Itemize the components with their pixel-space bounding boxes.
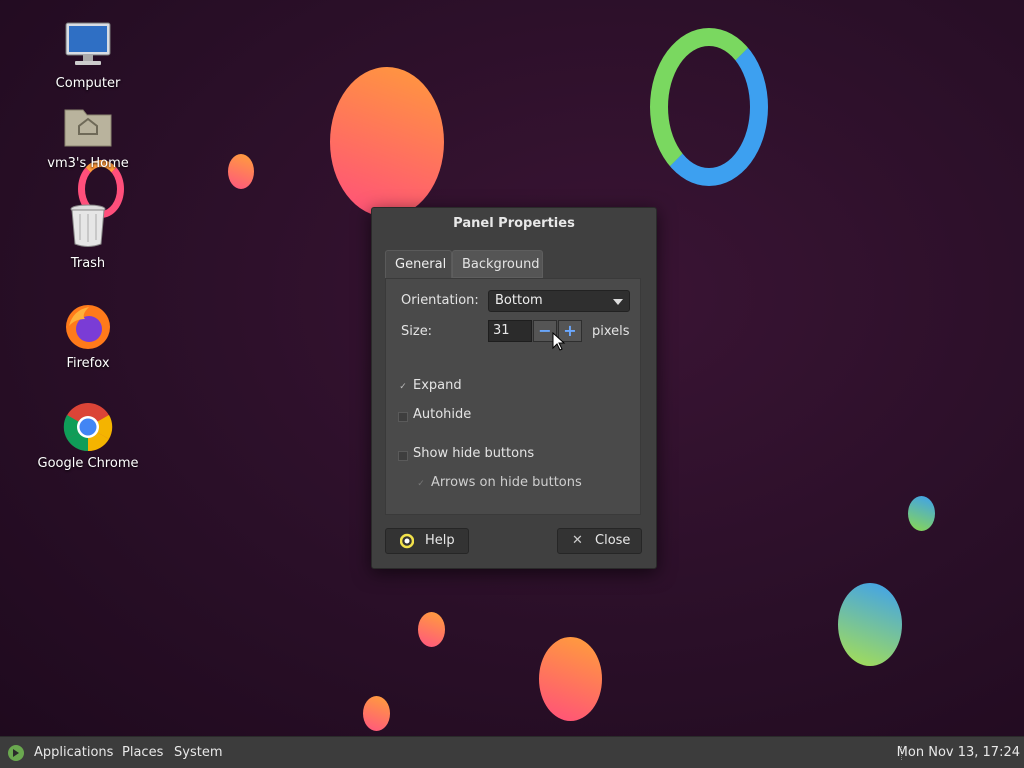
computer-icon [61,20,115,74]
help-button[interactable]: Help [385,528,469,554]
arrows-checkbox[interactable]: ✓ [416,480,426,490]
taskbar: Applications Places System Mon Nov 13, 1… [0,736,1024,768]
wallpaper-blob [228,154,254,189]
size-input[interactable]: 31 [488,320,532,342]
desktop-icon-label: Trash [70,256,106,271]
size-label: Size: [401,324,433,339]
size-unit-label: pixels [592,324,630,339]
wallpaper-blob [363,696,390,731]
tab-general[interactable]: General [385,250,452,278]
desktop: Computer vm3's Home Trash Firefox Google… [0,0,1024,736]
expand-checkbox[interactable]: ✓ [398,383,408,393]
show-hide-buttons-label: Show hide buttons [413,446,535,461]
wallpaper-blob [539,637,602,721]
autohide-label: Autohide [413,407,472,422]
chrome-icon [61,400,115,454]
arrows-label: Arrows on hide buttons [431,475,582,490]
close-button[interactable]: ✕ Close [557,528,642,554]
distro-logo-icon[interactable] [7,744,25,766]
wallpaper-blob [418,612,445,647]
menu-places[interactable]: Places [122,737,163,768]
show-hide-buttons-checkbox[interactable] [398,451,408,461]
desktop-icon-chrome[interactable]: Google Chrome [33,400,143,471]
desktop-icon-label: Google Chrome [37,456,139,471]
desktop-icon-label: Computer [55,76,121,91]
desktop-icon-label: Firefox [66,356,110,371]
expand-label: Expand [413,378,462,393]
orientation-label: Orientation: [401,293,479,308]
chevron-down-icon [613,299,623,305]
close-label: Close [595,533,631,548]
wallpaper-blob [908,496,935,531]
help-icon [399,529,415,562]
tab-background[interactable]: Background [452,250,543,278]
desktop-icon-label: vm3's Home [47,156,129,171]
orientation-select[interactable]: Bottom [488,290,630,312]
home-folder-icon [61,100,115,154]
wallpaper-blob [330,67,444,217]
desktop-icon-computer[interactable]: Computer [33,20,143,91]
clock[interactable]: Mon Nov 13, 17:24 [897,737,1020,768]
trash-icon [61,200,115,254]
autohide-checkbox[interactable] [398,412,408,422]
close-icon: ✕ [572,533,583,548]
menu-system[interactable]: System [174,737,222,768]
minus-icon: − [538,321,552,340]
desktop-icon-trash[interactable]: Trash [33,200,143,271]
panel-properties-dialog: Panel Properties General Background Orie… [371,207,657,569]
desktop-icon-firefox[interactable]: Firefox [33,300,143,371]
help-label: Help [425,533,455,548]
desktop-icon-home[interactable]: vm3's Home [33,100,143,171]
wallpaper-blob [838,583,902,666]
general-panel: Orientation: Bottom Size: 31 − + pixels … [385,278,641,515]
dialog-title: Panel Properties [453,216,575,231]
firefox-icon [61,300,115,354]
menu-applications[interactable]: Applications [34,737,113,768]
orientation-value: Bottom [495,293,543,308]
wallpaper-ring [650,28,768,186]
